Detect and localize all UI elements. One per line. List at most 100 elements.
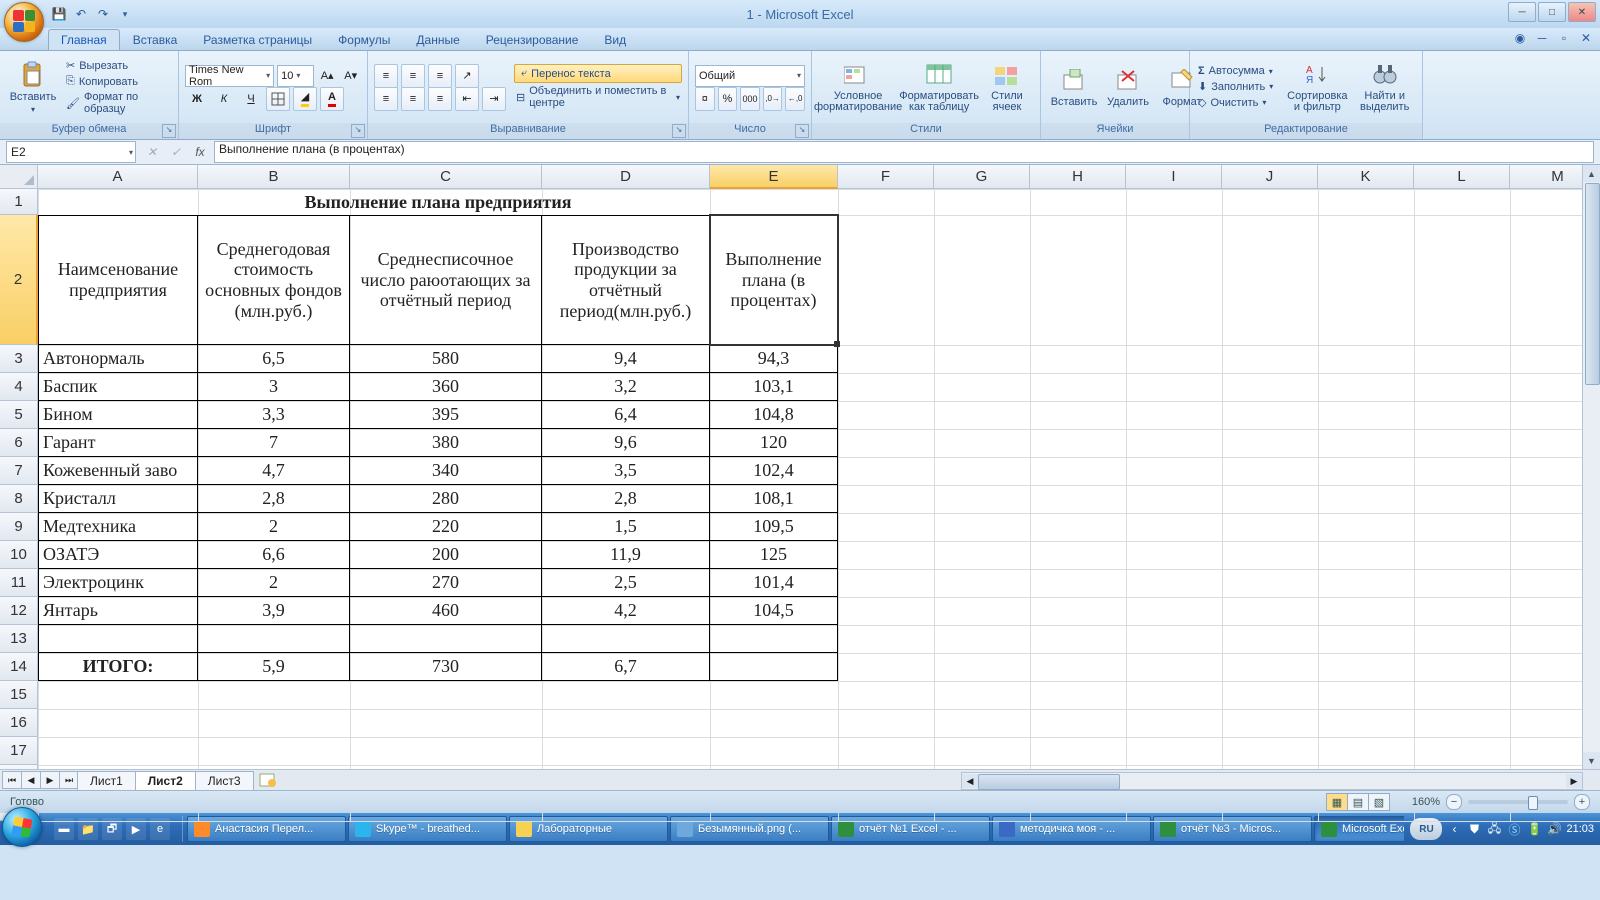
row-header-6[interactable]: 6 [0, 429, 38, 457]
cell[interactable]: 3,5 [542, 457, 710, 485]
cell[interactable] [198, 625, 350, 653]
help-icon[interactable]: ◉ [1512, 30, 1528, 46]
vertical-scroll-thumb[interactable] [1585, 183, 1600, 385]
column-header-F[interactable]: F [838, 165, 934, 189]
cell[interactable]: 6,7 [542, 653, 710, 681]
cell[interactable]: ИТОГО: [38, 653, 198, 681]
formula-bar[interactable]: Выполнение плана (в процентах) [214, 141, 1594, 163]
cell[interactable]: 3,9 [198, 597, 350, 625]
align-right-button[interactable]: ≡ [428, 87, 452, 111]
number-launcher[interactable]: ↘ [795, 124, 809, 138]
cell[interactable]: 280 [350, 485, 542, 513]
cell[interactable] [350, 625, 542, 653]
scroll-right-button[interactable]: ▶ [1566, 774, 1582, 788]
office-button[interactable] [4, 2, 44, 42]
row-header-13[interactable]: 13 [0, 625, 38, 653]
column-header-B[interactable]: B [198, 165, 350, 189]
cell[interactable]: 6,6 [198, 541, 350, 569]
view-page-break-button[interactable]: ▧ [1368, 793, 1390, 811]
ribbon-restore-button[interactable]: ▫ [1556, 30, 1572, 46]
name-box[interactable]: E2▾ [6, 141, 136, 163]
cell[interactable]: Баспик [38, 373, 198, 401]
cell[interactable]: 2,8 [542, 485, 710, 513]
ribbon-tab-4[interactable]: Данные [403, 29, 472, 50]
cell[interactable]: 104,5 [710, 597, 838, 625]
cell[interactable]: 7 [198, 429, 350, 457]
zoom-out-button[interactable]: − [1446, 794, 1462, 810]
zoom-in-button[interactable]: + [1574, 794, 1590, 810]
qat-redo[interactable]: ↷ [94, 5, 112, 23]
tray-network-icon[interactable]: 🖧 [1486, 821, 1502, 837]
sheet-tab-1[interactable]: Лист2 [135, 771, 196, 790]
grow-font-button[interactable]: A▴ [317, 64, 338, 88]
cell[interactable]: 109,5 [710, 513, 838, 541]
borders-button[interactable] [266, 87, 290, 111]
sheet-nav-first[interactable]: ⏮ [2, 771, 22, 789]
column-header-L[interactable]: L [1414, 165, 1510, 189]
insert-cells-button[interactable]: Вставить [1047, 64, 1101, 110]
cell[interactable]: 104,8 [710, 401, 838, 429]
column-header-E[interactable]: E [710, 165, 838, 189]
cell[interactable]: 4,2 [542, 597, 710, 625]
select-all-button[interactable] [0, 165, 38, 189]
cell[interactable]: 200 [350, 541, 542, 569]
number-format-combo[interactable]: Общий▾ [695, 65, 805, 87]
cell[interactable]: Наимсенование предприятия [38, 215, 198, 345]
fill-button[interactable]: ⬇Заполнить▾ [1196, 79, 1275, 94]
alignment-launcher[interactable]: ↘ [672, 124, 686, 138]
row-header-15[interactable]: 15 [0, 681, 38, 709]
cell[interactable]: 6,5 [198, 345, 350, 373]
cell[interactable]: 460 [350, 597, 542, 625]
cell[interactable]: Автонормаль [38, 345, 198, 373]
cell[interactable]: 101,4 [710, 569, 838, 597]
format-as-table-button[interactable]: Форматировать как таблицу [898, 59, 980, 115]
sheet-nav-next[interactable]: ▶ [40, 771, 60, 789]
cell[interactable]: Среднегодовая стоимость основных фондов … [198, 215, 350, 345]
font-color-button[interactable]: A [320, 87, 344, 111]
sort-filter-button[interactable]: АЯСортировка и фильтр [1281, 59, 1353, 115]
cell[interactable]: Янтарь [38, 597, 198, 625]
row-header-17[interactable]: 17 [0, 737, 38, 765]
cell[interactable] [710, 625, 838, 653]
align-left-button[interactable]: ≡ [374, 87, 398, 111]
cell[interactable]: 5,9 [198, 653, 350, 681]
cell[interactable]: Кожевенный заво [38, 457, 198, 485]
cell[interactable]: Бином [38, 401, 198, 429]
view-normal-button[interactable]: ▦ [1326, 793, 1348, 811]
cell[interactable]: Кристалл [38, 485, 198, 513]
qat-customize[interactable]: ▾ [116, 5, 134, 23]
cell[interactable]: 360 [350, 373, 542, 401]
column-header-H[interactable]: H [1030, 165, 1126, 189]
cell[interactable]: Медтехника [38, 513, 198, 541]
cell[interactable]: 9,6 [542, 429, 710, 457]
cell[interactable]: Производство продукции за отчётный перио… [542, 215, 710, 345]
cell[interactable]: 3,2 [542, 373, 710, 401]
cell[interactable]: Среднесписочное число раюотающих за отчё… [350, 215, 542, 345]
cell[interactable]: 102,4 [710, 457, 838, 485]
font-launcher[interactable]: ↘ [351, 124, 365, 138]
cell[interactable]: 3 [198, 373, 350, 401]
percent-button[interactable]: % [718, 87, 738, 111]
cell[interactable]: 11,9 [542, 541, 710, 569]
zoom-slider[interactable] [1468, 800, 1568, 804]
tray-battery-icon[interactable]: 🔋 [1526, 821, 1542, 837]
cell[interactable]: 730 [350, 653, 542, 681]
cell[interactable]: 2 [198, 569, 350, 597]
qat-undo[interactable]: ↶ [72, 5, 90, 23]
vertical-scrollbar[interactable]: ▲ ▼ [1582, 165, 1600, 769]
align-middle-button[interactable]: ≡ [401, 64, 425, 88]
tray-skype-icon[interactable]: Ⓢ [1506, 821, 1522, 837]
column-header-G[interactable]: G [934, 165, 1030, 189]
column-header-K[interactable]: K [1318, 165, 1414, 189]
ribbon-tab-2[interactable]: Разметка страницы [190, 29, 325, 50]
cell[interactable]: 340 [350, 457, 542, 485]
row-header-7[interactable]: 7 [0, 457, 38, 485]
cell[interactable]: 220 [350, 513, 542, 541]
row-header-3[interactable]: 3 [0, 345, 38, 373]
row-header-11[interactable]: 11 [0, 569, 38, 597]
cell[interactable]: 9,4 [542, 345, 710, 373]
row-header-8[interactable]: 8 [0, 485, 38, 513]
currency-button[interactable]: ¤ [695, 87, 715, 111]
copy-button[interactable]: ⎘Копировать [64, 74, 172, 89]
underline-button[interactable]: Ч [239, 87, 263, 111]
